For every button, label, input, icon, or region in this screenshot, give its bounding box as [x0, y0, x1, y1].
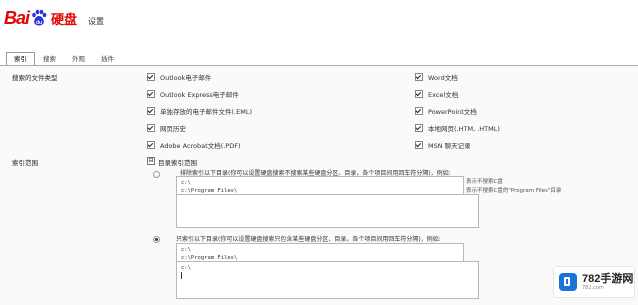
file-type-eml[interactable]: 单独存放的电子邮件文件(.EML)	[147, 106, 252, 116]
checkbox-label: 本地网页(.HTM, .HTML)	[428, 125, 500, 133]
checkbox-label: MSN 聊天记录	[428, 142, 471, 150]
include-example: c:\ c:\Program Files\	[176, 243, 464, 261]
svg-text:du: du	[36, 20, 42, 26]
checkbox[interactable]	[415, 73, 423, 81]
file-type-outlook-express[interactable]: Outlook Express电子邮件	[147, 89, 239, 99]
page-title: 设置	[88, 17, 104, 26]
checkbox-label: Excel文档	[428, 91, 459, 99]
checkbox-label: Outlook电子邮件	[160, 74, 212, 82]
tab-plugins[interactable]: 插件	[93, 52, 122, 65]
paw-icon: du	[32, 9, 47, 26]
input-line: c:\	[181, 265, 191, 271]
checkbox[interactable]	[147, 73, 155, 81]
checkbox[interactable]	[147, 141, 155, 149]
checkbox-label: Adobe Acrobat文档(.PDF)	[160, 142, 241, 150]
baidu-logo: Bai du 硬盘	[4, 6, 77, 30]
file-type-word[interactable]: Word文档	[415, 72, 458, 82]
phone-icon	[559, 273, 577, 291]
file-type-pdf[interactable]: Adobe Acrobat文档(.PDF)	[147, 140, 241, 150]
checkbox[interactable]	[415, 90, 423, 98]
include-radio[interactable]	[153, 236, 160, 243]
file-type-msn[interactable]: MSN 聊天记录	[415, 140, 471, 150]
checkbox[interactable]	[147, 90, 155, 98]
checkbox[interactable]	[415, 124, 423, 132]
index-range-label: 索引范围	[12, 159, 38, 167]
checkbox-label: 网页历史	[160, 125, 186, 133]
exclude-note-1: 表示不搜索C盘	[466, 179, 503, 185]
checkbox-label: 单独存放的电子邮件文件(.EML)	[160, 108, 252, 116]
exclude-radio[interactable]	[153, 171, 160, 178]
collapse-icon[interactable]: ⊟	[147, 157, 155, 165]
watermark-title: 782手游网	[582, 272, 634, 285]
exclude-example: c:\ c:\Program Files\	[176, 176, 464, 194]
include-dirs-input[interactable]: c:\	[176, 261, 479, 299]
site-watermark: 782手游网 782.com	[553, 266, 635, 298]
tab-search[interactable]: 搜索	[35, 52, 64, 65]
checkbox[interactable]	[147, 107, 155, 115]
example-line: c:\	[181, 180, 191, 186]
exclude-dirs-input[interactable]	[176, 194, 479, 228]
checkbox-label: Word文档	[428, 74, 458, 82]
exclude-note-2: 表示不搜索C盘的"Program Files"目录	[466, 188, 562, 194]
checkbox[interactable]	[147, 124, 155, 132]
example-line: c:\	[181, 247, 191, 253]
header: Bai du 硬盘 设置	[0, 0, 638, 44]
watermark-url: 782.com	[582, 284, 604, 291]
tab-appearance[interactable]: 外观	[64, 52, 93, 65]
include-instruction: 只索引以下目录(你可以设置硬盘搜索只包含某些硬盘分区、目录，各个项目间用回车符分…	[176, 236, 441, 243]
file-type-powerpoint[interactable]: PowerPoint文档	[415, 106, 477, 116]
file-types-label: 搜索的文件类型	[12, 74, 58, 82]
checkbox-label: PowerPoint文档	[428, 108, 477, 116]
logo-cn-text: 硬盘	[51, 12, 78, 28]
file-type-outlook[interactable]: Outlook电子邮件	[147, 72, 211, 82]
file-type-web-history[interactable]: 网页历史	[147, 123, 186, 133]
file-type-excel[interactable]: Excel文档	[415, 89, 458, 99]
logo-bai-text: Bai	[4, 7, 30, 28]
file-type-html[interactable]: 本地网页(.HTM, .HTML)	[415, 123, 500, 133]
checkbox[interactable]	[415, 107, 423, 115]
checkbox[interactable]	[415, 141, 423, 149]
text-caret	[181, 272, 182, 279]
tab-index[interactable]: 索引	[6, 52, 35, 65]
tab-bar: 索引 搜索 外观 插件	[6, 52, 122, 65]
directory-range-label: 目录索引范围	[158, 159, 197, 167]
checkbox-label: Outlook Express电子邮件	[160, 91, 239, 99]
